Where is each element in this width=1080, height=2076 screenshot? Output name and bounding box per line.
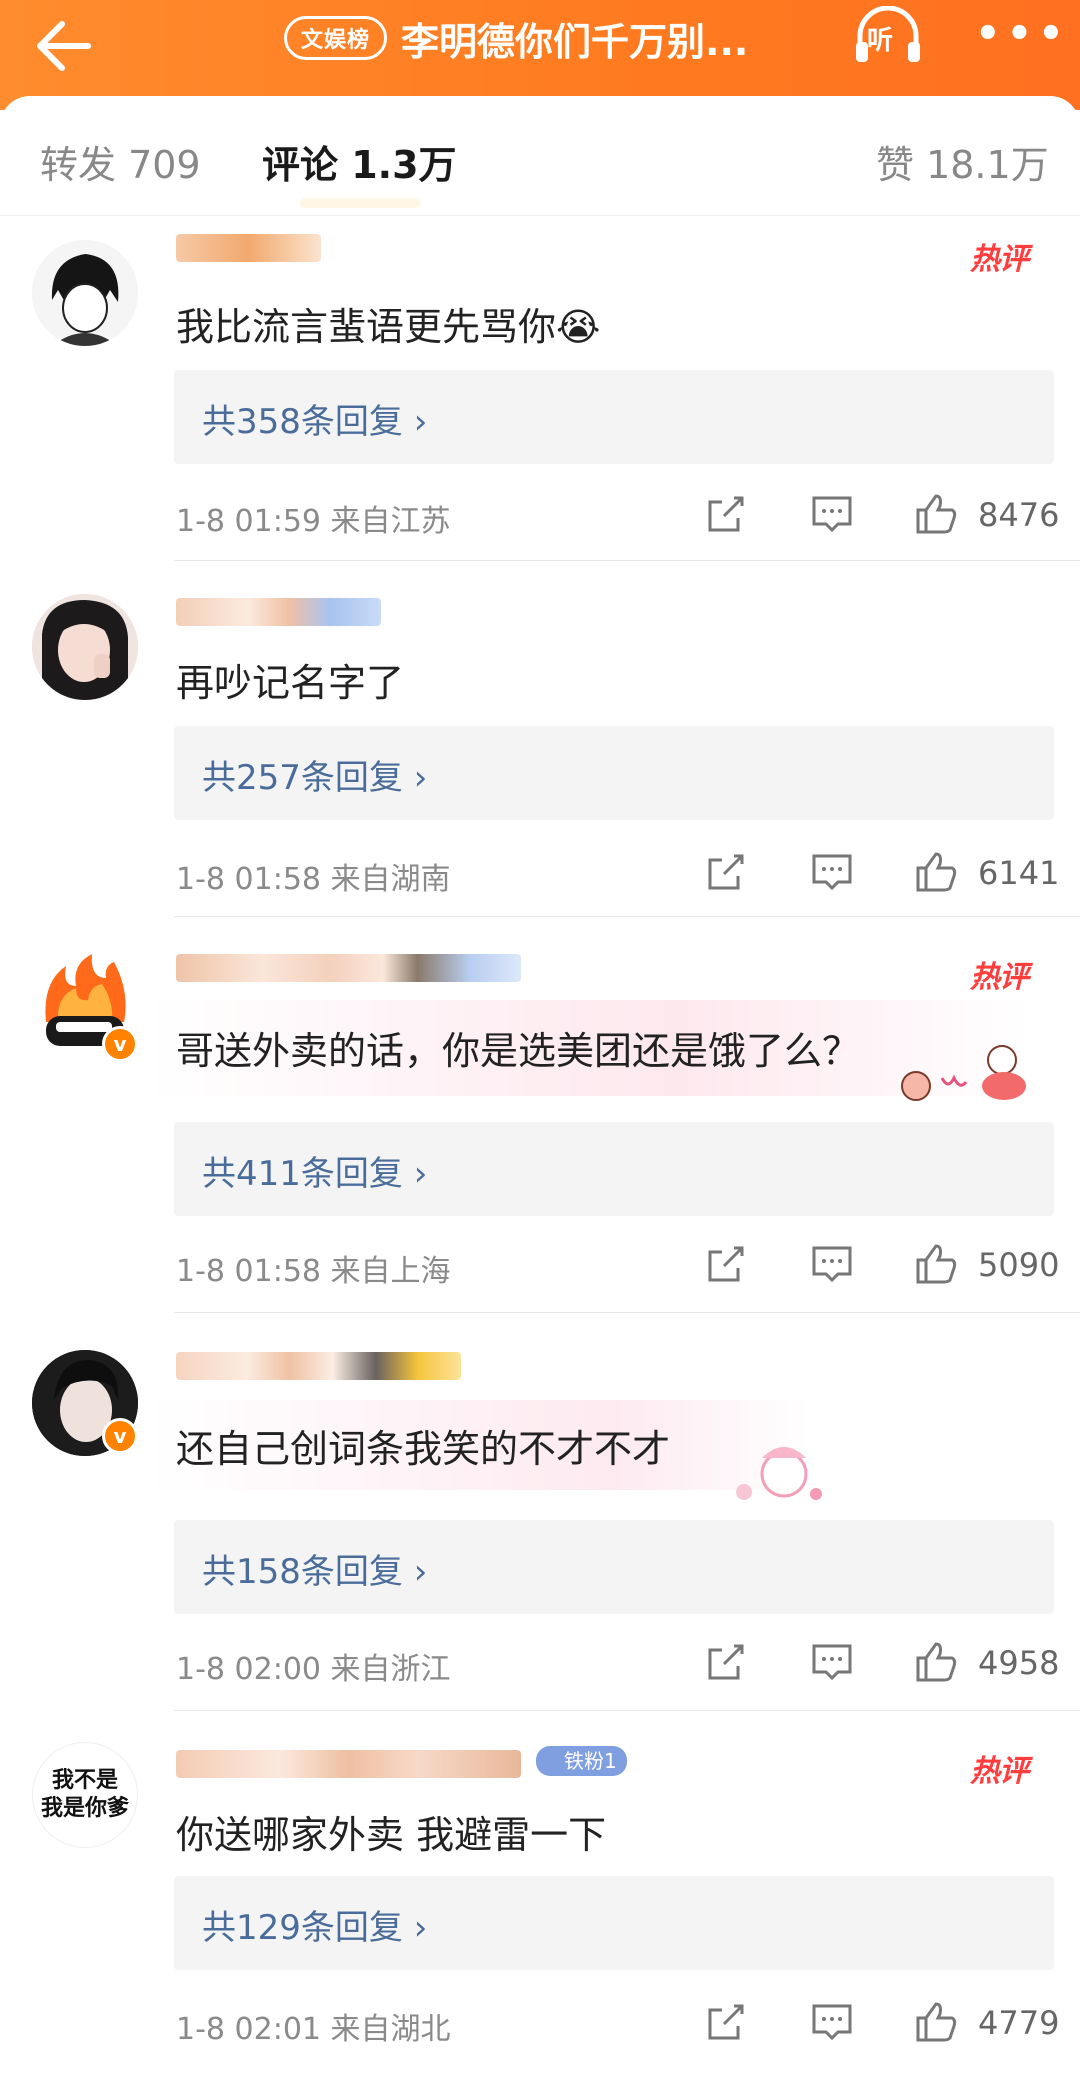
divider [174,1710,1080,1711]
divider [174,916,1080,917]
comment-actions: 6141 [700,850,1060,900]
username-blurred[interactable] [176,1750,521,1778]
share-icon[interactable] [704,2000,748,2044]
share-icon[interactable] [704,1640,748,1684]
divider [174,560,1080,561]
reply-count-link: 共358条回复 › [202,402,428,442]
reply-count-link: 共257条回复 › [202,758,428,798]
ranking-badge: 文娱榜 [284,16,388,60]
comment-icon[interactable] [810,850,854,894]
username-blurred[interactable] [176,1352,461,1380]
sticker-decoration-icon [901,1045,1026,1101]
comment-text: 我比流言蜚语更先骂你😭 [176,305,601,349]
back-button[interactable] [28,8,108,88]
reply-summary[interactable]: 共129条回复 › [174,1876,1054,1970]
tab-bar: 转发 709 评论 1.3万 赞 18.1万 [0,96,1080,216]
avatar[interactable] [32,594,138,700]
comment-icon[interactable] [810,492,854,536]
thumbs-up-icon[interactable] [914,850,958,894]
comment-icon[interactable] [810,1640,854,1684]
thumbs-up-icon[interactable] [914,2000,958,2044]
like-count: 8476 [978,496,1060,534]
avatar[interactable] [32,240,138,346]
avatar-image [32,594,138,700]
like-count: 4779 [978,2004,1060,2042]
hot-comment-badge: 热评 [970,242,1029,277]
like-count: 5090 [978,1246,1060,1284]
comment-actions: 4958 [700,1640,1060,1690]
reply-count-link: 共129条回复 › [202,1908,428,1948]
tab-indicator [300,198,420,208]
reply-summary[interactable]: 共158条回复 › [174,1520,1054,1614]
timestamp: 1-8 02:00 来自浙江 [176,1652,451,1687]
hot-comment-badge: 热评 [970,960,1029,995]
reply-summary[interactable]: 共411条回复 › [174,1122,1054,1216]
reply-count-link: 共158条回复 › [202,1552,428,1592]
reply-summary[interactable]: 共257条回复 › [174,726,1054,820]
comment-text: 你送哪家外卖 我避雷一下 [176,1813,607,1857]
comment-text: 再吵记名字了 [176,661,405,705]
verified-badge: v [102,1026,138,1062]
verified-badge: v [102,1418,138,1454]
listen-label: 听 [867,26,894,56]
comment-actions: 5090 [700,1242,1060,1292]
timestamp: 1-8 01:59 来自江苏 [176,504,451,539]
thumbs-up-icon[interactable] [914,1640,958,1684]
top-bar: 文娱榜 李明德你们千万别... 听 ••• [0,0,1080,110]
divider [174,1312,1080,1313]
comment-icon[interactable] [810,2000,854,2044]
share-icon[interactable] [704,1242,748,1286]
sticker-decoration-icon [736,1447,822,1500]
timestamp: 1-8 01:58 来自上海 [176,1254,451,1289]
like-count: 6141 [978,854,1060,892]
like-count: 4958 [978,1644,1060,1682]
tab-repost[interactable]: 转发 709 [40,134,201,189]
tab-likes[interactable]: 赞 18.1万 [876,134,1049,189]
arrow-left-icon [37,21,91,71]
fan-level-badge: 铁粉1 [536,1746,627,1776]
reply-count-link: 共411条回复 › [202,1154,428,1194]
timestamp: 1-8 02:01 来自湖北 [176,2012,451,2047]
listen-button[interactable]: 听 [850,5,926,68]
comment-actions: 4779 [700,2000,1060,2050]
thumbs-up-icon[interactable] [914,492,958,536]
timestamp: 1-8 01:58 来自湖南 [176,862,451,897]
share-icon[interactable] [704,492,748,536]
thumbs-up-icon[interactable] [914,1242,958,1286]
hot-comment-badge: 热评 [970,1754,1029,1789]
comment-text: 哥送外卖的话，你是选美团还是饿了么？ [176,1029,861,1073]
comment-text: 还自己创词条我笑的不才不才 [176,1427,671,1471]
share-icon[interactable] [704,850,748,894]
avatar-image [32,240,138,346]
comment-icon[interactable] [810,1242,854,1286]
title-area[interactable]: 文娱榜 李明德你们千万别... [284,10,748,66]
avatar[interactable]: 我不是 我是你爹 [32,1742,138,1848]
page-title: 李明德你们千万别... [401,19,749,64]
username-blurred[interactable] [176,954,521,982]
tab-comments[interactable]: 评论 1.3万 [262,134,457,189]
username-blurred[interactable] [176,234,321,262]
reply-summary[interactable]: 共358条回复 › [174,370,1054,464]
username-blurred[interactable] [176,598,381,626]
more-button[interactable]: ••• [975,14,1064,54]
comment-actions: 8476 [700,492,1060,542]
